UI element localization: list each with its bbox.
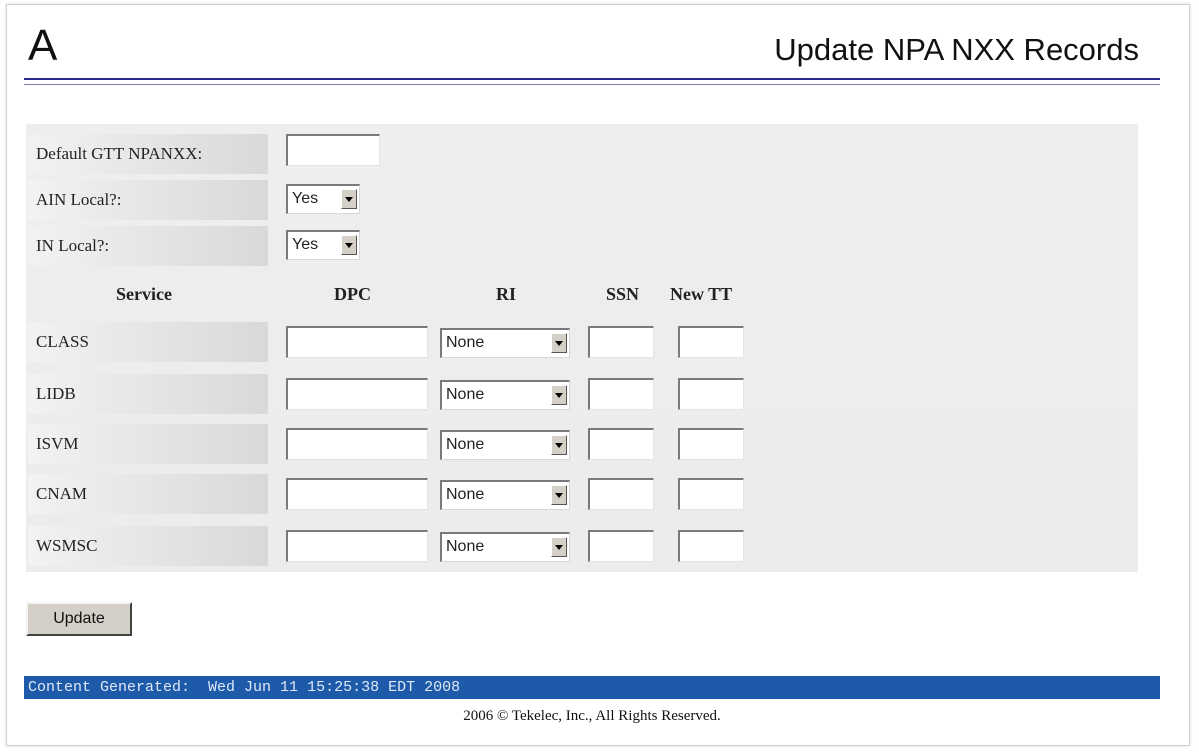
new-tt-input-class[interactable] (678, 326, 744, 358)
ri-select-wsmsc[interactable]: None (440, 532, 570, 562)
dpc-input-lidb[interactable] (286, 378, 428, 410)
ri-select-cnam[interactable]: None (440, 480, 570, 510)
page-title: Update NPA NXX Records (774, 32, 1139, 67)
ri-value-lidb: None (446, 386, 485, 403)
column-header-dpc: DPC (334, 284, 371, 304)
ri-value-class: None (446, 334, 485, 351)
chevron-down-icon[interactable] (341, 235, 357, 255)
in-local-value: Yes (292, 236, 319, 253)
new-tt-input-isvm[interactable] (678, 428, 744, 460)
column-header-service: Service (116, 284, 172, 304)
ri-select-class[interactable]: None (440, 328, 570, 358)
table-row-service-cnam: CNAM (28, 474, 268, 514)
default-gtt-label: Default GTT NPANXX: (28, 134, 268, 174)
chevron-down-icon[interactable] (551, 485, 567, 505)
chevron-down-icon[interactable] (551, 537, 567, 557)
ssn-input-lidb[interactable] (588, 378, 654, 410)
header-logo-letter: A (28, 21, 58, 70)
ssn-input-isvm[interactable] (588, 428, 654, 460)
ssn-input-class[interactable] (588, 326, 654, 358)
status-bar: Content Generated: Wed Jun 11 15:25:38 E… (24, 676, 1160, 699)
ri-value-wsmsc: None (446, 538, 485, 555)
chevron-down-icon[interactable] (551, 385, 567, 405)
default-gtt-input[interactable] (286, 134, 380, 166)
dpc-input-isvm[interactable] (286, 428, 428, 460)
ssn-input-cnam[interactable] (588, 478, 654, 510)
header-rule-thin (24, 84, 1160, 85)
ssn-input-wsmsc[interactable] (588, 530, 654, 562)
table-row-service-isvm: ISVM (28, 424, 268, 464)
ri-value-cnam: None (446, 486, 485, 503)
table-row-service-lidb: LIDB (28, 374, 268, 414)
chevron-down-icon[interactable] (551, 435, 567, 455)
chevron-down-icon[interactable] (551, 333, 567, 353)
column-header-ri: RI (496, 284, 517, 304)
table-row-service-class: CLASS (28, 322, 268, 362)
new-tt-input-cnam[interactable] (678, 478, 744, 510)
dpc-input-wsmsc[interactable] (286, 530, 428, 562)
new-tt-input-wsmsc[interactable] (678, 530, 744, 562)
ri-select-lidb[interactable]: None (440, 380, 570, 410)
dpc-input-class[interactable] (286, 326, 428, 358)
ri-select-isvm[interactable]: None (440, 430, 570, 460)
ain-local-value: Yes (292, 190, 319, 207)
new-tt-input-lidb[interactable] (678, 378, 744, 410)
dpc-input-cnam[interactable] (286, 478, 428, 510)
column-header-ssn: SSN (606, 284, 640, 304)
ain-local-label: AIN Local?: (28, 180, 268, 220)
status-label: Content Generated: (28, 679, 191, 696)
column-header-new-tt: New TT (670, 284, 733, 304)
ri-value-isvm: None (446, 436, 485, 453)
in-local-label: IN Local?: (28, 226, 268, 266)
in-local-select[interactable]: Yes (286, 230, 360, 260)
header-rule (24, 78, 1160, 80)
copyright-text: 2006 © Tekelec, Inc., All Rights Reserve… (463, 708, 721, 724)
ain-local-select[interactable]: Yes (286, 184, 360, 214)
table-row-service-wsmsc: WSMSC (28, 526, 268, 566)
chevron-down-icon[interactable] (341, 189, 357, 209)
status-timestamp: Wed Jun 11 15:25:38 EDT 2008 (208, 679, 461, 696)
update-button[interactable]: Update (26, 602, 132, 636)
